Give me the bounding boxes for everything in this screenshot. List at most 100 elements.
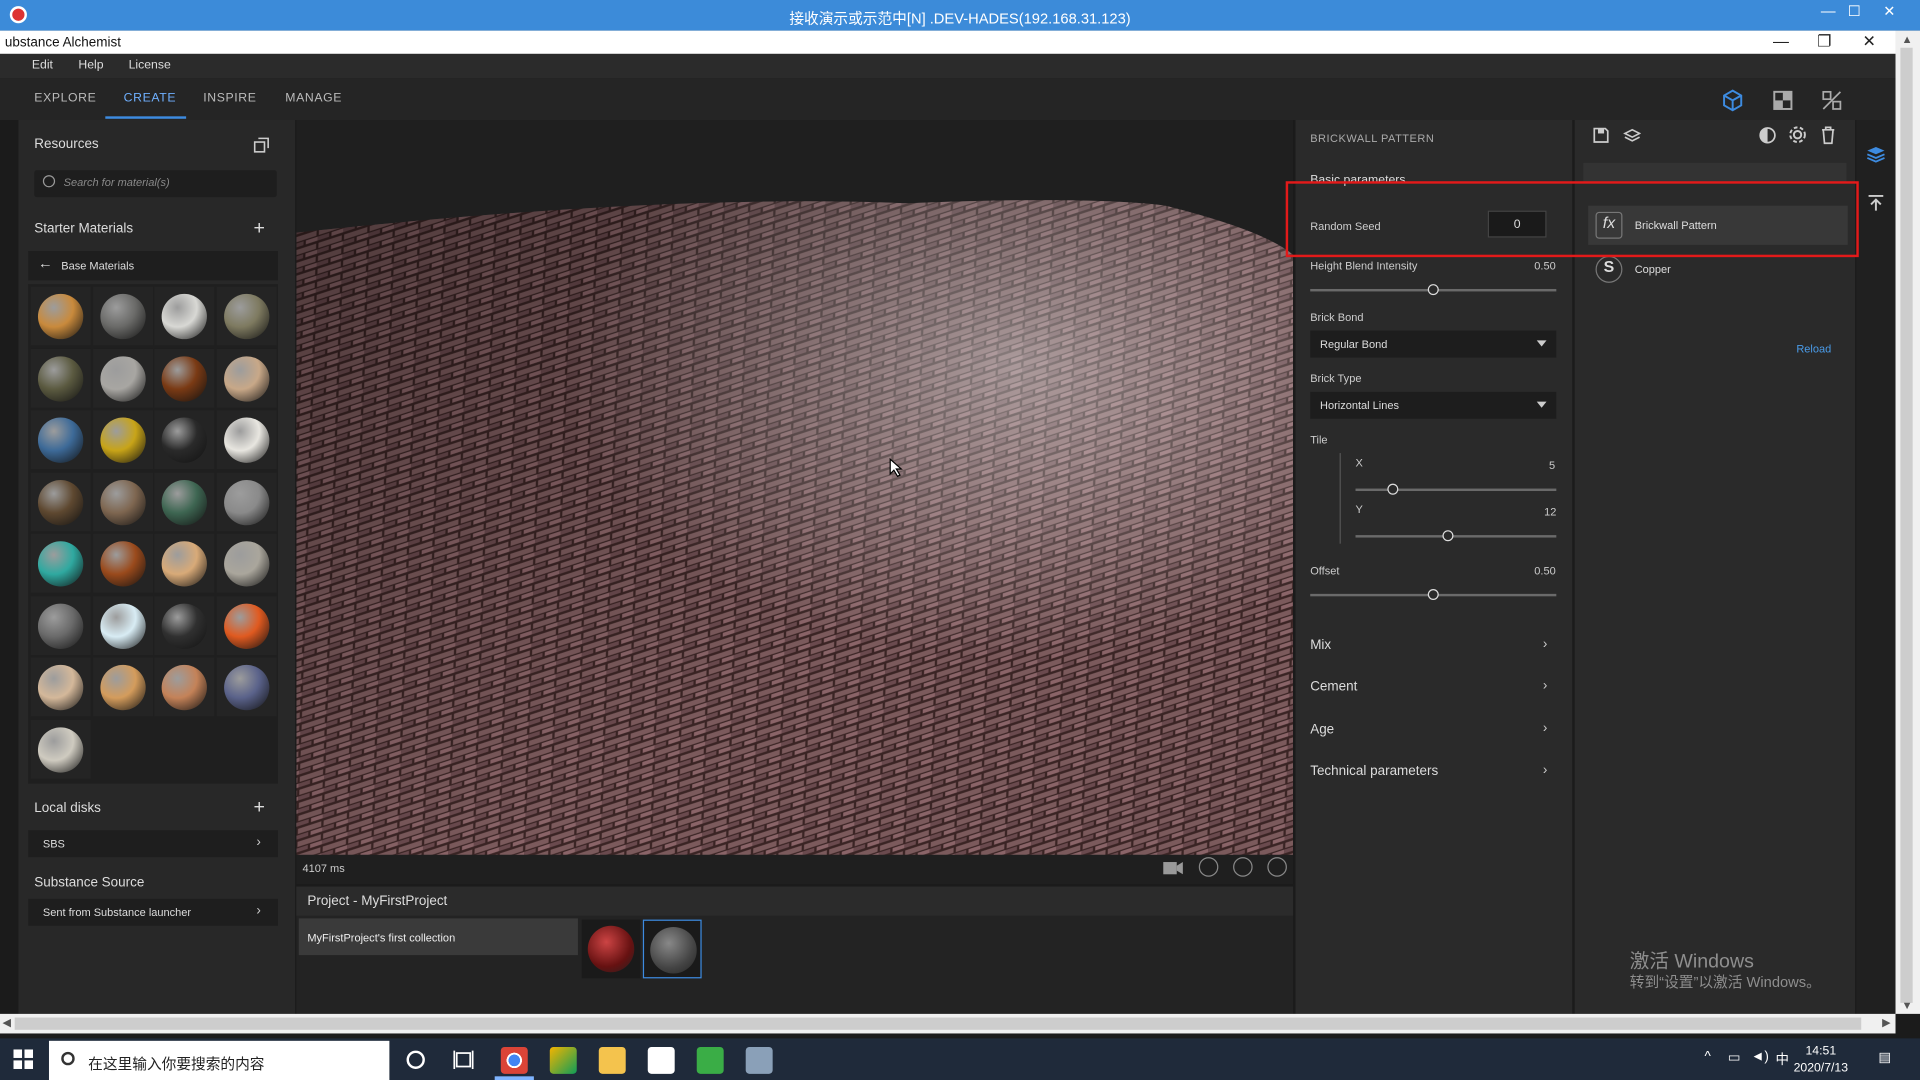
chevron-right-icon[interactable]: › [1543,763,1547,778]
add-starter-icon[interactable]: + [253,218,264,240]
environment-icon[interactable] [1198,857,1219,877]
tile-x-knob[interactable] [1387,483,1399,495]
material-swatch[interactable] [216,595,277,655]
camera-icon[interactable] [1162,860,1184,877]
material-swatch[interactable] [30,595,91,655]
task-view-icon[interactable] [453,1049,474,1070]
tab-inspire[interactable]: INSPIRE [203,92,256,105]
substance-source-item[interactable]: Sent from Substance launcher › [28,898,278,926]
material-swatch[interactable] [30,719,91,779]
text-editor-icon[interactable] [647,1046,675,1074]
base-materials-header[interactable]: ← Base Materials [28,251,278,281]
chevron-right-icon[interactable]: › [1543,678,1547,693]
material-swatch[interactable] [30,657,91,717]
trash-icon[interactable] [1820,126,1837,145]
section-age[interactable]: Age [1310,722,1334,737]
material-swatch[interactable] [216,472,277,531]
menu-license[interactable]: License [129,59,171,72]
offset-knob[interactable] [1427,588,1439,601]
windows-start-icon[interactable] [13,1049,34,1069]
material-swatch[interactable] [216,286,277,346]
lighting-icon[interactable] [1267,857,1287,877]
material-swatch[interactable] [30,472,91,531]
material-swatch[interactable] [154,286,215,346]
notification-icon[interactable]: ▤ [1878,1049,1891,1066]
settings-icon[interactable] [1788,125,1808,145]
material-swatch[interactable] [92,533,153,593]
height-blend-knob[interactable] [1427,284,1439,296]
menu-edit[interactable]: Edit [32,59,53,72]
collection-item[interactable]: MyFirstProject's first collection [298,918,578,956]
tile-y-slider[interactable] [1355,535,1557,538]
close-button[interactable]: ✕ [1862,32,1875,52]
volume-icon[interactable]: ◄) [1751,1049,1769,1064]
reload-link[interactable]: Reload [1796,343,1831,355]
chevron-right-icon[interactable]: › [1543,721,1547,736]
globe-icon[interactable] [1233,857,1253,877]
material-swatch[interactable] [154,533,215,593]
file-explorer-icon[interactable] [598,1046,626,1074]
drive-icon[interactable] [549,1046,577,1074]
tray-chevron-icon[interactable]: ^ [1704,1049,1710,1064]
minimize-button[interactable]: — [1773,32,1789,50]
section-cement[interactable]: Cement [1310,680,1357,695]
taskbar-clock[interactable]: 14:51 2020/7/13 [1790,1043,1851,1077]
local-disk-sbs[interactable]: SBS › [28,830,278,858]
add-layer-icon[interactable] [1622,126,1641,144]
material-swatch[interactable] [216,533,277,593]
tab-create[interactable]: CREATE [124,92,176,105]
material-swatch[interactable] [154,595,215,655]
material-swatch[interactable] [154,657,215,717]
material-swatch[interactable] [30,410,91,469]
material-swatch[interactable] [92,657,153,717]
taskbar-search-input[interactable]: 在这里输入你要搜索的内容 [48,1040,390,1080]
add-disk-icon[interactable]: + [253,797,264,819]
material-swatch[interactable] [92,286,153,346]
material-swatch[interactable] [92,472,153,531]
restore-button[interactable]: ❐ [1817,32,1831,52]
tab-explore[interactable]: EXPLORE [34,92,96,105]
collection-thumb-2[interactable] [642,919,702,979]
remote-close-button[interactable]: ✕ [1883,2,1895,19]
cortana-icon[interactable] [406,1050,425,1069]
material-swatch[interactable] [92,348,153,408]
vertical-scrollbar[interactable]: ▲ ▼ [1895,30,1920,1014]
collection-thumb-1[interactable] [581,919,641,979]
ime-indicator[interactable]: 中 [1776,1049,1789,1069]
tab-manage[interactable]: MANAGE [285,92,342,105]
material-search-input[interactable]: Search for material(s) [34,170,277,198]
material-swatch[interactable] [30,533,91,593]
section-mix[interactable]: Mix [1310,638,1331,653]
horizontal-scrollbar[interactable]: ◀ ▶ [0,1013,1896,1034]
save-icon[interactable] [1592,126,1610,144]
material-swatch[interactable] [154,472,215,531]
brick-type-select[interactable]: Horizontal Lines [1310,391,1557,419]
layer-filter[interactable] [1583,162,1847,183]
back-arrow-icon[interactable]: ← [38,255,53,272]
layers-icon[interactable] [1866,144,1886,164]
2d-view-icon[interactable] [1771,88,1795,112]
remote-desktop-icon[interactable] [745,1046,773,1074]
remote-maximize-button[interactable]: ☐ [1848,2,1861,19]
material-swatch[interactable] [216,657,277,717]
material-swatch[interactable] [216,410,277,469]
contrast-icon[interactable] [1758,126,1776,144]
remote-minimize-button[interactable]: — [1821,2,1836,19]
3d-view-icon[interactable] [1720,88,1744,112]
export-icon[interactable] [1866,193,1886,213]
chrome-icon[interactable] [500,1046,528,1074]
material-swatch[interactable] [92,595,153,655]
wechat-icon[interactable] [696,1046,724,1074]
material-swatch[interactable] [216,348,277,408]
material-swatch[interactable] [154,348,215,408]
menu-help[interactable]: Help [78,59,103,72]
material-swatch[interactable] [92,410,153,469]
popout-icon[interactable] [253,137,269,153]
split-view-icon[interactable] [1820,88,1844,112]
material-swatch[interactable] [30,286,91,346]
3d-viewport[interactable] [296,120,1294,885]
chevron-right-icon[interactable]: › [1543,637,1547,652]
material-swatch[interactable] [30,348,91,408]
network-icon[interactable]: ▭ [1728,1049,1741,1066]
tile-y-knob[interactable] [1442,530,1454,542]
